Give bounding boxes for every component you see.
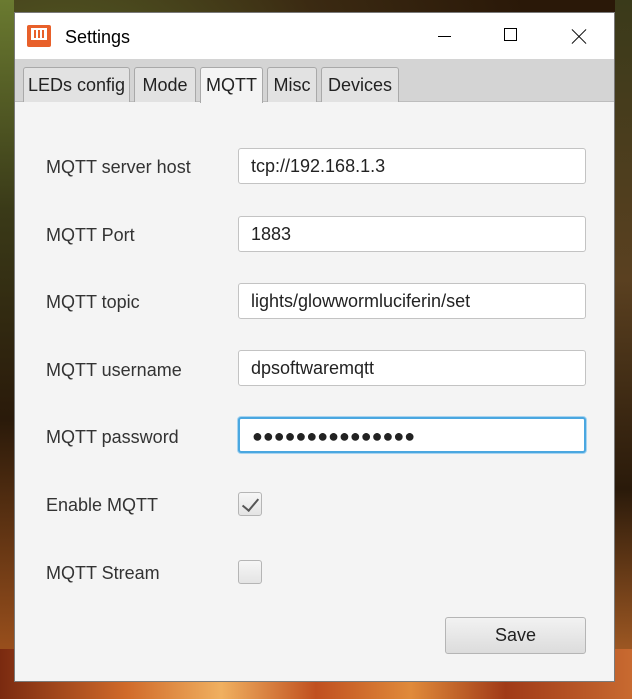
glowworm-app-icon bbox=[27, 25, 51, 47]
server-host-input[interactable] bbox=[238, 148, 586, 184]
enable-mqtt-checkbox[interactable] bbox=[238, 492, 262, 516]
desktop-background-right bbox=[615, 0, 632, 699]
password-input[interactable]: ●●●●●●●●●●●●●●● bbox=[238, 417, 586, 453]
minimize-button[interactable] bbox=[421, 13, 467, 59]
window-title: Settings bbox=[65, 27, 131, 47]
username-input[interactable] bbox=[238, 350, 586, 386]
mqtt-settings-panel: MQTT server host MQTT Port MQTT topic MQ… bbox=[15, 102, 614, 681]
minimize-icon bbox=[438, 36, 451, 37]
server-host-label: MQTT server host bbox=[46, 157, 191, 177]
settings-window: Settings LEDs config Mode MQTT Misc Devi… bbox=[14, 12, 615, 682]
tab-leds-config[interactable]: LEDs config bbox=[23, 67, 130, 102]
close-button[interactable] bbox=[557, 13, 603, 59]
tab-mode[interactable]: Mode bbox=[134, 67, 196, 102]
topic-label: MQTT topic bbox=[46, 292, 140, 312]
title-bar[interactable]: Settings bbox=[15, 13, 614, 59]
checkmark-icon bbox=[241, 493, 260, 513]
desktop-background-left bbox=[0, 0, 14, 699]
tab-devices[interactable]: Devices bbox=[321, 67, 399, 102]
enable-mqtt-label: Enable MQTT bbox=[46, 495, 159, 515]
port-input[interactable] bbox=[238, 216, 586, 252]
port-label: MQTT Port bbox=[46, 225, 135, 245]
tab-misc[interactable]: Misc bbox=[267, 67, 317, 102]
mqtt-stream-checkbox[interactable] bbox=[238, 560, 262, 584]
password-mask: ●●●●●●●●●●●●●●● bbox=[252, 426, 416, 446]
password-label: MQTT password bbox=[46, 427, 179, 447]
mqtt-stream-label: MQTT Stream bbox=[46, 563, 160, 583]
save-button[interactable]: Save bbox=[445, 617, 586, 654]
maximize-button[interactable] bbox=[489, 13, 535, 59]
tab-mqtt[interactable]: MQTT bbox=[200, 67, 263, 103]
tab-bar: LEDs config Mode MQTT Misc Devices bbox=[15, 59, 614, 103]
maximize-icon bbox=[504, 28, 517, 41]
topic-input[interactable] bbox=[238, 283, 586, 319]
username-label: MQTT username bbox=[46, 360, 182, 380]
